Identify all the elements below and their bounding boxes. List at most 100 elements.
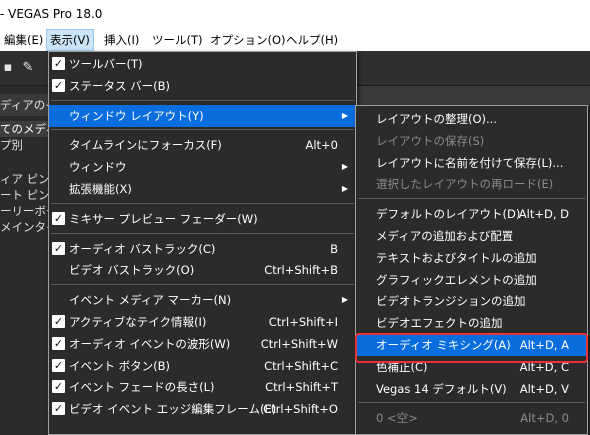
submenu-arrow-icon: ▶ bbox=[341, 162, 348, 172]
view_menu-item-label: ミキサー プレビュー フェーダー(W) bbox=[69, 211, 258, 226]
layout_submenu-item-label: テキストおよびタイトルの追加 bbox=[376, 250, 537, 265]
view_menu-item-label: オーディオ バストラック(C) bbox=[69, 241, 216, 256]
layout_submenu-item-label: ビデオトランジションの追加 bbox=[376, 294, 526, 309]
view_menu-item[interactable]: ✓ オーディオ バストラック(C) B bbox=[49, 238, 356, 260]
submenu-arrow-icon: ▶ bbox=[341, 110, 348, 120]
checkmark-icon: ✓ bbox=[52, 315, 65, 328]
layout_submenu-item[interactable]: テキストおよびタイトルの追加 bbox=[356, 247, 587, 269]
menu-separator bbox=[51, 284, 354, 286]
view_menu-item[interactable]: ✓ ミキサー プレビュー フェーダー(W) bbox=[49, 208, 356, 230]
menu-1[interactable]: 表示(V) bbox=[46, 29, 94, 51]
view_menu-item[interactable]: ビデオ バストラック(O) Ctrl+Shift+B bbox=[49, 259, 356, 281]
media-folder-item[interactable]: プ別 bbox=[0, 137, 48, 153]
view_menu-item-label: イベント メディア マーカー(N) bbox=[69, 293, 232, 308]
layout_submenu-item-shortcut: Alt+D, V bbox=[519, 381, 569, 396]
menu-0[interactable]: 編集(E) bbox=[0, 29, 47, 51]
view_menu-item-shortcut: Ctrl+Shift+O bbox=[263, 402, 338, 417]
view_menu-item[interactable]: 拡張機能(X) ▶ bbox=[49, 178, 356, 200]
view_menu-item[interactable]: ウィンドウ レイアウト(Y) ▶ bbox=[49, 104, 356, 127]
checkmark-icon: ✓ bbox=[52, 211, 65, 225]
layout_submenu-item-label: デフォルトのレイアウト(D) bbox=[376, 207, 521, 222]
view_menu-item-label: ビデオ イベント エッジ編集フレーム(E) bbox=[69, 402, 277, 417]
layout_submenu-item-label: レイアウトの保存(S) bbox=[376, 133, 485, 148]
save-icon[interactable]: ▪ bbox=[0, 60, 16, 76]
menu-separator bbox=[51, 99, 354, 101]
pane-header-label: ディアのイン bbox=[0, 98, 48, 112]
layout_submenu-item-label: レイアウトに名前を付けて保存(L)... bbox=[376, 155, 564, 170]
layout_submenu-item: レイアウトの保存(S) bbox=[356, 130, 587, 152]
view_menu-item-label: 拡張機能(X) bbox=[69, 182, 132, 196]
view_menu-item-shortcut: B bbox=[330, 241, 338, 256]
view_menu-item[interactable]: ✓ アクティブなテイク情報(I) Ctrl+Shift+I bbox=[49, 311, 356, 333]
project-media-pane: ディアのイン てのメディアプ別ィア ピンート ピンーリーボーメインタイム bbox=[0, 86, 48, 433]
menu-5[interactable]: ヘルプ(H) bbox=[282, 29, 342, 51]
layout_submenu-item[interactable]: レイアウトの整理(O)... bbox=[356, 108, 587, 130]
checkmark-icon: ✓ bbox=[52, 241, 65, 255]
checkmark-icon: ✓ bbox=[52, 57, 65, 70]
layout_submenu-item-label: ビデオエフェクトの追加 bbox=[376, 316, 503, 331]
layout_submenu-item-label: 0 <空> bbox=[376, 411, 418, 426]
view_menu-item[interactable]: ✓ イベント ボタン(B) Ctrl+Shift+C bbox=[49, 355, 356, 377]
menu-3[interactable]: ツール(T) bbox=[148, 29, 207, 51]
checkmark-icon: ✓ bbox=[52, 78, 65, 92]
view_menu-item[interactable]: ✓ オーディオ イベントの波形(W) Ctrl+Shift+W bbox=[49, 333, 356, 355]
layout_submenu-item-label: メディアの追加および配置 bbox=[376, 229, 514, 243]
layout_submenu-item-shortcut: Alt+D, 0 bbox=[520, 411, 569, 426]
view_menu-item[interactable]: ✓ ビデオ イベント エッジ編集フレーム(E) Ctrl+Shift+O bbox=[49, 398, 356, 420]
checkmark-icon: ✓ bbox=[52, 402, 65, 416]
media-folder-item[interactable]: てのメディア bbox=[0, 121, 48, 137]
view_menu-item[interactable]: ✓ ツールバー(T) bbox=[49, 53, 356, 75]
view_menu-item[interactable]: タイムラインにフォーカス(F) Alt+0 bbox=[49, 134, 356, 156]
pane-header: ディアのイン bbox=[0, 94, 48, 116]
media-folder-item[interactable]: メインタイム bbox=[0, 219, 48, 235]
media-folder-item[interactable]: ート ピン bbox=[0, 187, 48, 203]
view_menu-item[interactable]: ウィンドウ ▶ bbox=[49, 156, 356, 178]
right-toolbar-strip bbox=[356, 86, 590, 106]
view_menu-item-shortcut: Alt+0 bbox=[305, 138, 338, 153]
media-folder-item[interactable]: ーリーボー bbox=[0, 203, 48, 219]
menu-separator bbox=[51, 202, 354, 204]
view_menu-item[interactable]: イベント メディア マーカー(N) ▶ bbox=[49, 289, 356, 311]
window-layout-submenu: レイアウトの整理(O)... レイアウトの保存(S) レイアウトに名前を付けて保存(… bbox=[355, 105, 588, 435]
menu-separator bbox=[358, 198, 585, 200]
layout_submenu-item-shortcut: Alt+D, D bbox=[518, 207, 569, 222]
view_menu-item-label: アクティブなテイク情報(I) bbox=[69, 315, 207, 329]
view_menu-item-shortcut: Ctrl+Shift+B bbox=[264, 263, 338, 278]
view_menu-item-shortcut: Ctrl+Shift+I bbox=[268, 315, 338, 329]
view_menu-item-label: オーディオ イベントの波形(W) bbox=[69, 336, 231, 351]
layout_submenu-item[interactable]: レイアウトに名前を付けて保存(L)... bbox=[356, 152, 587, 174]
window-title: - VEGAS Pro 18.0 bbox=[0, 7, 103, 21]
submenu-arrow-icon: ▶ bbox=[341, 184, 348, 193]
submenu-arrow-icon: ▶ bbox=[341, 295, 348, 305]
layout_submenu-item-label: レイアウトの整理(O)... bbox=[376, 112, 497, 126]
layout_submenu-item[interactable]: Vegas 14 デフォルト(V) Alt+D, V bbox=[356, 378, 587, 400]
layout_submenu-item[interactable]: デフォルトのレイアウト(D) Alt+D, D bbox=[356, 203, 587, 225]
view_menu-item[interactable]: ✓ ステータス バー(B) bbox=[49, 75, 356, 97]
view_menu-item-shortcut: Ctrl+Shift+T bbox=[265, 380, 338, 395]
layout_submenu-item: 選択したレイアウトの再ロード(E) bbox=[356, 173, 587, 195]
menu-separator bbox=[51, 129, 354, 131]
properties-icon[interactable]: ✎ bbox=[20, 60, 36, 76]
view_menu-item-label: ステータス バー(B) bbox=[69, 78, 171, 93]
view_menu-item-shortcut: Ctrl+Shift+C bbox=[264, 358, 338, 373]
view_menu-item-label: ツールバー(T) bbox=[69, 57, 143, 71]
menu-bar: 編集(E) 表示(V) 挿入(I) ツール(T) オプション(O) ヘルプ(H) bbox=[0, 29, 590, 51]
layout_submenu-item[interactable]: ビデオトランジションの追加 bbox=[356, 290, 587, 312]
annotation-highlight-box bbox=[355, 333, 588, 363]
layout_submenu-item-label: Vegas 14 デフォルト(V) bbox=[376, 381, 507, 396]
menu-4[interactable]: オプション(O) bbox=[206, 29, 290, 51]
view-menu: ✓ ツールバー(T) ✓ ステータス バー(B) ウィンドウ レイアウト(Y) ▶ タイムラ… bbox=[48, 51, 357, 435]
menu-separator bbox=[51, 232, 354, 234]
checkmark-icon: ✓ bbox=[52, 358, 65, 372]
view_menu-item[interactable]: ✓ イベント フェードの長さ(L) Ctrl+Shift+T bbox=[49, 376, 356, 398]
view_menu-item-shortcut: Ctrl+Shift+W bbox=[260, 336, 338, 351]
layout_submenu-item[interactable]: メディアの追加および配置 bbox=[356, 225, 587, 247]
layout_submenu-item[interactable]: ビデオエフェクトの追加 bbox=[356, 312, 587, 334]
view_menu-item-label: イベント ボタン(B) bbox=[69, 358, 171, 373]
menu-2[interactable]: 挿入(I) bbox=[100, 29, 143, 51]
layout_submenu-item: 0 <空> Alt+D, 0 bbox=[356, 407, 587, 429]
view_menu-item-label: イベント フェードの長さ(L) bbox=[69, 380, 215, 395]
media-folder-item[interactable]: ィア ピン bbox=[0, 171, 48, 187]
view_menu-item-label: ウィンドウ bbox=[69, 160, 127, 175]
layout_submenu-item[interactable]: グラフィックエレメントの追加 bbox=[356, 269, 587, 291]
